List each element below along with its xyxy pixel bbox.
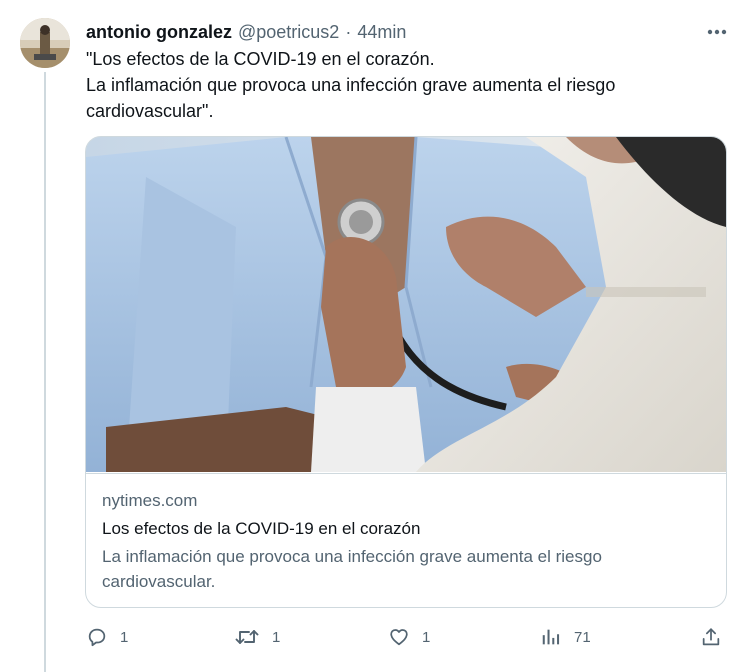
share-button[interactable] [700,622,722,652]
more-options-button[interactable] [700,20,734,44]
more-horizontal-icon [707,29,727,35]
tweet-action-bar: 1 1 1 71 [80,622,740,652]
card-image[interactable] [86,137,726,472]
author-handle[interactable]: @poetricus2 [238,22,339,43]
author-name[interactable]: antonio gonzalez [86,22,232,43]
doctor-stethoscope-photo [86,137,726,472]
card-domain: nytimes.com [102,491,198,510]
share-icon [702,628,720,646]
tweet-text-line: cardiovascular". [86,101,214,121]
tweet-header: antonio gonzalez @poetricus2 · 44min [86,20,406,44]
card-description-line: La inflamación que provoca una infección… [102,547,602,566]
thread-line [44,72,46,672]
tweet-timestamp[interactable]: 44min [357,22,406,43]
reply-button[interactable]: 1 [86,622,128,652]
link-preview-card[interactable]: nytimes.com Los efectos de la COVID-19 e… [85,136,727,608]
tweet-text-line: La inflamación que provoca una infección… [86,75,616,95]
retweet-icon [235,630,259,644]
card-body[interactable]: nytimes.com Los efectos de la COVID-19 e… [86,473,726,591]
tweet-text-line: "Los efectos de la COVID-19 en el corazó… [86,49,435,69]
avatar-image [20,18,70,68]
analytics-icon [542,629,560,645]
heart-icon [390,629,408,646]
retweet-button[interactable]: 1 [234,622,280,652]
like-button[interactable]: 1 [388,622,430,652]
views-count: 71 [574,628,591,646]
tweet-text: "Los efectos de la COVID-19 en el corazó… [86,46,726,124]
like-count: 1 [422,628,431,646]
separator-dot: · [345,21,352,42]
reply-icon [88,628,106,647]
reply-count: 1 [120,628,129,646]
views-button[interactable]: 71 [540,622,591,652]
retweet-count: 1 [272,628,281,646]
card-title: Los efectos de la COVID-19 en el corazón [102,519,421,538]
avatar[interactable] [20,18,70,68]
card-description-line: cardiovascular. [102,572,216,591]
card-description: La inflamación que provoca una infección… [102,544,702,594]
